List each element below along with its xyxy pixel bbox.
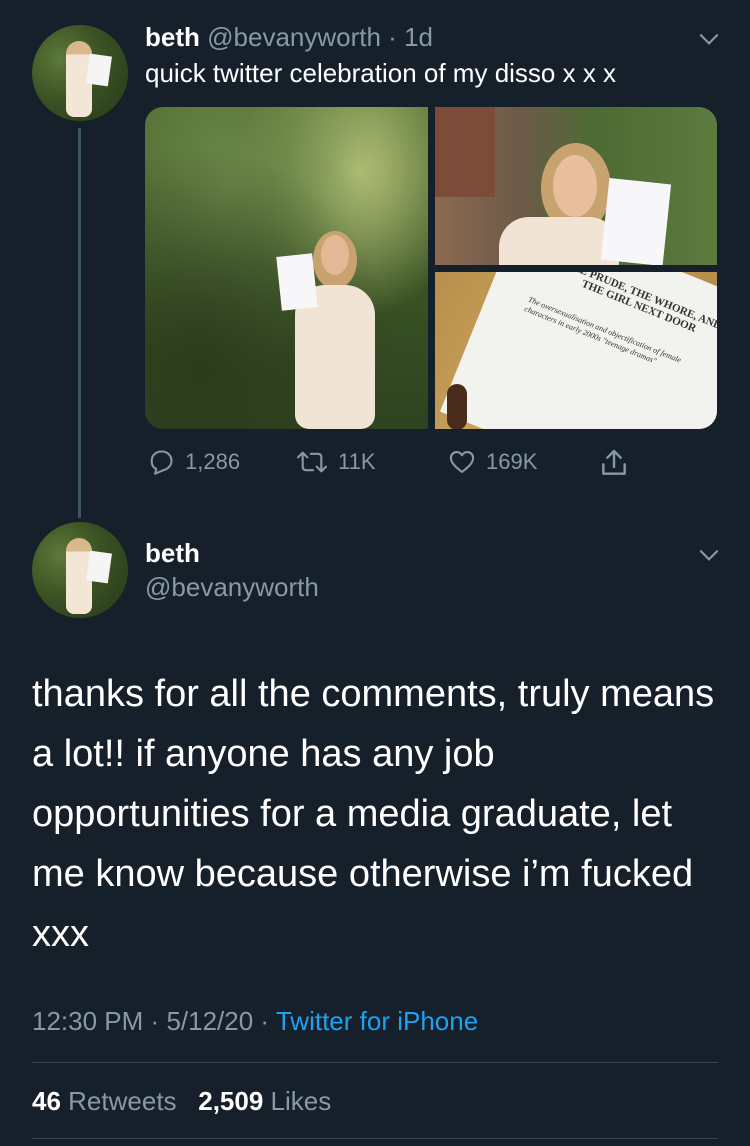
tweet-date[interactable]: 5/12/20 <box>166 1006 253 1036</box>
reply-icon <box>150 450 173 475</box>
photo-2-paper <box>600 177 672 265</box>
reply-action[interactable]: 1,286 <box>147 448 240 476</box>
tweet-time[interactable]: 12:30 PM <box>32 1006 143 1036</box>
like-icon <box>449 451 475 473</box>
photo-3[interactable]: THE PRUDE, THE WHORE, AND THE GIRL NEXT … <box>435 272 717 429</box>
tweet-stats: 46 Retweets 2,509 Likes <box>32 1086 331 1117</box>
photo-3-finger <box>447 384 467 429</box>
user-handle[interactable]: @bevanyworth <box>207 22 381 52</box>
retweet-action[interactable]: 11K <box>296 448 376 476</box>
like-count: 169K <box>486 449 538 474</box>
likes-count: 2,509 <box>198 1086 264 1116</box>
photo-1-paper <box>276 253 318 311</box>
share-icon[interactable] <box>598 447 630 479</box>
avatar[interactable] <box>32 25 128 121</box>
retweets-count: 46 <box>32 1086 61 1116</box>
avatar-paper <box>86 53 112 87</box>
chevron-down-icon[interactable] <box>696 542 722 568</box>
tweet-header: beth @bevanyworth · 1d <box>145 22 433 53</box>
likes-stat[interactable]: 2,509 Likes <box>198 1086 331 1116</box>
photo-2-brick <box>435 107 495 197</box>
tweet-time[interactable]: 1d <box>404 22 433 52</box>
retweet-icon <box>296 451 328 473</box>
time-separator: · <box>388 22 397 52</box>
photo-1-face <box>321 235 349 275</box>
likes-label: Likes <box>270 1086 332 1116</box>
photo-2[interactable] <box>435 107 717 265</box>
like-action[interactable]: 169K <box>448 448 537 476</box>
tweet-meta: 12:30 PM · 5/12/20 · Twitter for iPhone <box>32 1006 478 1037</box>
avatar-paper <box>86 550 112 584</box>
retweets-label: Retweets <box>68 1086 177 1116</box>
user-handle[interactable]: @bevanyworth <box>145 572 319 603</box>
display-name[interactable]: beth <box>145 538 200 569</box>
meta-separator: · <box>150 1006 160 1036</box>
retweet-count: 11K <box>338 449 376 474</box>
tweet-text: quick twitter celebration of my disso x … <box>145 58 617 88</box>
tweet-text: thanks for all the comments, truly means… <box>32 673 715 955</box>
tweet-source[interactable]: Twitter for iPhone <box>276 1006 478 1036</box>
meta-separator: · <box>260 1006 270 1036</box>
thread-line <box>78 128 81 518</box>
display-name[interactable]: beth <box>145 22 200 52</box>
photo-3-document: THE PRUDE, THE WHORE, AND THE GIRL NEXT … <box>439 272 717 429</box>
reply-count: 1,286 <box>185 449 241 474</box>
divider <box>32 1138 718 1139</box>
photo-1[interactable] <box>145 107 428 429</box>
retweets-stat[interactable]: 46 Retweets <box>32 1086 184 1116</box>
photo-2-face <box>553 155 597 217</box>
avatar[interactable] <box>32 522 128 618</box>
divider <box>32 1062 718 1063</box>
chevron-down-icon[interactable] <box>696 26 722 52</box>
